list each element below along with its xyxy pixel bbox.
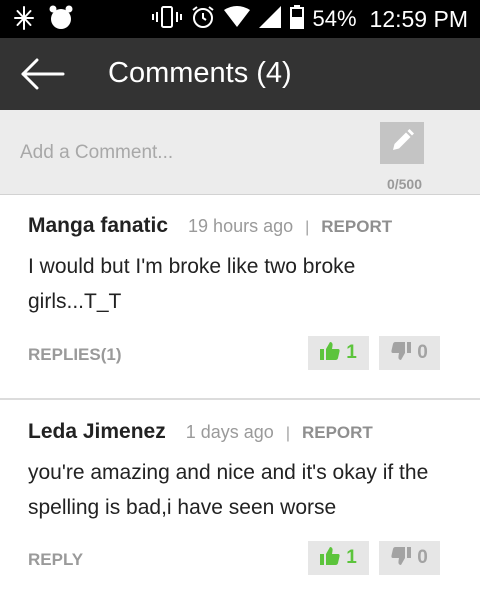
upvote-count: 1 <box>346 547 357 568</box>
clock-time: 12:59 PM <box>369 5 468 32</box>
upvote-button[interactable]: 1 <box>308 541 369 575</box>
report-link[interactable]: REPORT <box>302 423 373 443</box>
replies-link[interactable]: REPLIES(1) <box>28 345 122 365</box>
compose-button[interactable] <box>380 122 424 164</box>
pencil-icon <box>390 128 414 158</box>
status-bar: 54% 12:59 PM <box>0 0 480 38</box>
bluetooth-icon <box>14 5 34 36</box>
thumbs-up-icon <box>320 546 340 570</box>
comment-time: 1 days ago <box>185 422 274 442</box>
comment-item: Leda Jimenez 1 days ago | REPORT you're … <box>0 402 480 597</box>
comment-text: you're amazing and nice and it's okay if… <box>28 461 429 519</box>
back-arrow-icon <box>20 58 66 94</box>
separator: | <box>285 425 290 442</box>
downvote-button[interactable]: 0 <box>379 541 440 575</box>
comment-input[interactable] <box>20 138 360 168</box>
battery-percent: 54% <box>312 6 357 31</box>
thumbs-down-icon <box>391 546 412 570</box>
upvote-button[interactable]: 1 <box>308 336 369 370</box>
alarm-clock-icon <box>48 5 74 36</box>
comment-time: 19 hours ago <box>188 216 294 236</box>
downvote-button[interactable]: 0 <box>379 336 440 370</box>
thumbs-up-icon <box>320 341 340 365</box>
signal-icon <box>258 5 281 33</box>
wifi-icon <box>223 5 250 33</box>
battery-icon <box>289 4 304 34</box>
comment-author: Leda Jimenez <box>28 420 166 443</box>
vibrate-icon <box>151 5 182 34</box>
downvote-count: 0 <box>417 547 428 568</box>
thumbs-down-icon <box>391 341 412 365</box>
downvote-count: 0 <box>417 342 428 363</box>
page-title: Comments (4) <box>108 57 292 89</box>
upvote-count: 1 <box>346 342 357 363</box>
reply-link[interactable]: REPLY <box>28 550 83 570</box>
character-counter: 0/500 <box>386 176 422 192</box>
report-link[interactable]: REPORT <box>321 217 392 237</box>
app-bar: Comments (4) <box>0 38 480 110</box>
comment-item: Manga fanatic 19 hours ago | REPORT I wo… <box>0 196 480 400</box>
comment-text: I would but I'm broke like two broke gir… <box>28 255 356 313</box>
separator: | <box>305 219 310 236</box>
alarm-icon <box>191 5 215 34</box>
comment-author: Manga fanatic <box>28 214 169 237</box>
back-button[interactable] <box>20 58 66 90</box>
